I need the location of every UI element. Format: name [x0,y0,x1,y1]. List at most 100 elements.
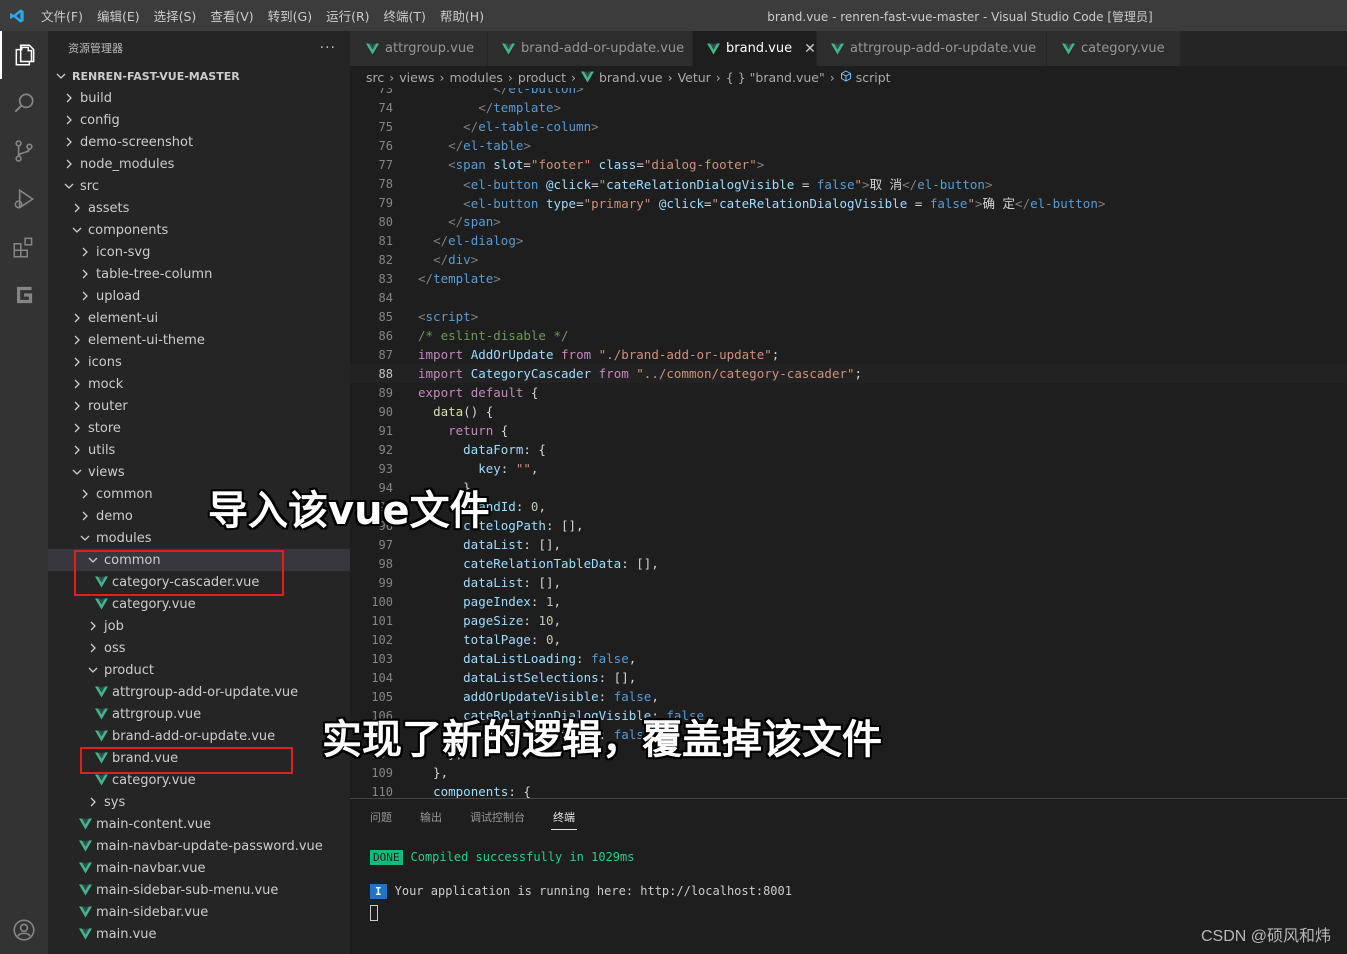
line-number: 93 [378,461,393,476]
menu-item[interactable]: 帮助(H) [433,6,491,25]
panel-tab[interactable]: 调试控制台 [468,805,527,829]
editor-tab[interactable]: attrgroup.vue [350,31,488,66]
highlight-box-category-cascader [74,550,284,596]
file-item[interactable]: main-sidebar.vue [48,901,350,923]
breadcrumb-item[interactable]: product [518,70,566,85]
folder-item[interactable]: icon-svg [48,241,350,263]
folder-item[interactable]: upload [48,285,350,307]
code-line: 110 components: { [350,782,1347,798]
terminal[interactable]: DONE Compiled successfully in 1029ms I Y… [370,847,792,921]
vue-file-icon [94,730,108,742]
folder-item[interactable]: utils [48,439,350,461]
folder-item[interactable]: element-ui-theme [48,329,350,351]
folder-item[interactable]: router [48,395,350,417]
menu-item[interactable]: 转到(G) [261,6,319,25]
file-item[interactable]: category.vue [48,593,350,615]
code-line: 77 <span slot="footer" class="dialog-foo… [350,155,1347,174]
panel-tab[interactable]: 问题 [368,805,394,829]
folder-item[interactable]: oss [48,637,350,659]
tree-item-label: assets [88,200,130,216]
editor-tab[interactable]: brand-add-or-update.vue [488,31,693,66]
code-line: 102 totalPage: 0, [350,630,1347,649]
file-item[interactable]: main-navbar-update-password.vue [48,835,350,857]
file-item[interactable]: main.vue [48,923,350,945]
panel-tab[interactable]: 终端 [551,805,577,830]
breadcrumb-item[interactable]: src [366,70,384,85]
menu-item[interactable]: 文件(F) [34,6,90,25]
account-icon[interactable] [0,906,48,954]
editor-tab[interactable]: category.vue [1047,31,1181,66]
file-item[interactable]: main-content.vue [48,813,350,835]
file-item[interactable]: attrgroup.vue [48,703,350,725]
folder-item[interactable]: mock [48,373,350,395]
folder-item[interactable]: node_modules [48,153,350,175]
editor-tab[interactable]: brand.vue ✕ [693,31,817,66]
source-control-icon[interactable] [0,127,48,175]
breadcrumb-item[interactable]: modules [450,70,503,85]
file-item[interactable]: attrgroup-add-or-update.vue [48,681,350,703]
workspace-root[interactable]: RENREN-FAST-VUE-MASTER [48,65,350,87]
menu-item[interactable]: 编辑(E) [90,6,147,25]
folder-item[interactable]: table-tree-column [48,263,350,285]
folder-item[interactable]: sys [48,791,350,813]
vue-file-icon [1061,43,1075,55]
folder-item[interactable]: config [48,109,350,131]
chevron-right-icon [62,93,76,103]
close-icon[interactable]: ✕ [804,41,816,57]
code-text: data() { [433,404,494,419]
folder-item[interactable]: product [48,659,350,681]
folder-item[interactable]: assets [48,197,350,219]
line-number: 82 [378,252,393,267]
chevron-right-icon [70,313,84,323]
menu-item[interactable]: 选择(S) [147,6,204,25]
menu-item[interactable]: 运行(R) [319,6,376,25]
panel-tab[interactable]: 输出 [418,805,444,829]
line-number: 102 [371,632,393,647]
tree-item-label: router [88,398,128,414]
chevron-right-icon [78,269,92,279]
file-item[interactable]: main-sidebar-sub-menu.vue [48,879,350,901]
watermark: CSDN @硕风和炜 [1200,928,1331,945]
vue-file-icon [78,818,92,830]
extensions-icon[interactable] [0,223,48,271]
breadcrumb-separator: › [507,69,513,85]
line-number: 110 [371,784,393,799]
code-line: 79 <el-button type="primary" @click="cat… [350,193,1347,212]
file-item[interactable]: brand-add-or-update.vue [48,725,350,747]
editor-tabs: attrgroup.vue brand-add-or-update.vue bran… [350,31,1347,66]
breadcrumb-item[interactable]: brand.vue [599,70,663,85]
editor-tab[interactable]: attrgroup-add-or-update.vue [817,31,1047,66]
chevron-right-icon [70,203,84,213]
folder-item[interactable]: job [48,615,350,637]
tree-item-label: oss [104,640,126,656]
folder-item[interactable]: src [48,175,350,197]
vue-file-icon [78,840,92,852]
folder-item[interactable]: element-ui [48,307,350,329]
folder-item[interactable]: store [48,417,350,439]
menu-item[interactable]: 终端(T) [377,6,433,25]
code-text: </el-dialog> [433,233,524,248]
search-icon[interactable] [0,79,48,127]
breadcrumb-item[interactable]: script [856,70,891,85]
line-number: 79 [378,195,393,210]
explorer-icon[interactable] [0,31,48,79]
breadcrumb-item[interactable]: views [399,70,434,85]
menu-item[interactable]: 查看(V) [203,6,260,25]
more-actions-icon[interactable]: ··· [320,40,336,56]
breadcrumb-item[interactable]: { } "brand.vue" [726,70,825,85]
folder-item[interactable]: build [48,87,350,109]
code-editor[interactable]: 73 </el-button> 74 </template> 75 </el-tab… [350,88,1347,798]
folder-item[interactable]: demo-screenshot [48,131,350,153]
gitlens-icon[interactable] [0,271,48,319]
chevron-down-icon [70,467,84,477]
code-line: 85 <script> [350,307,1347,326]
folder-item[interactable]: components [48,219,350,241]
tab-label: attrgroup-add-or-update.vue [850,41,1037,56]
run-debug-icon[interactable] [0,175,48,223]
file-item[interactable]: main-navbar.vue [48,857,350,879]
vue-file-icon [94,774,108,786]
breadcrumb-item[interactable]: Vetur [678,70,711,85]
done-badge: DONE [370,849,403,865]
folder-item[interactable]: icons [48,351,350,373]
explorer-title: 资源管理器 [68,42,123,55]
